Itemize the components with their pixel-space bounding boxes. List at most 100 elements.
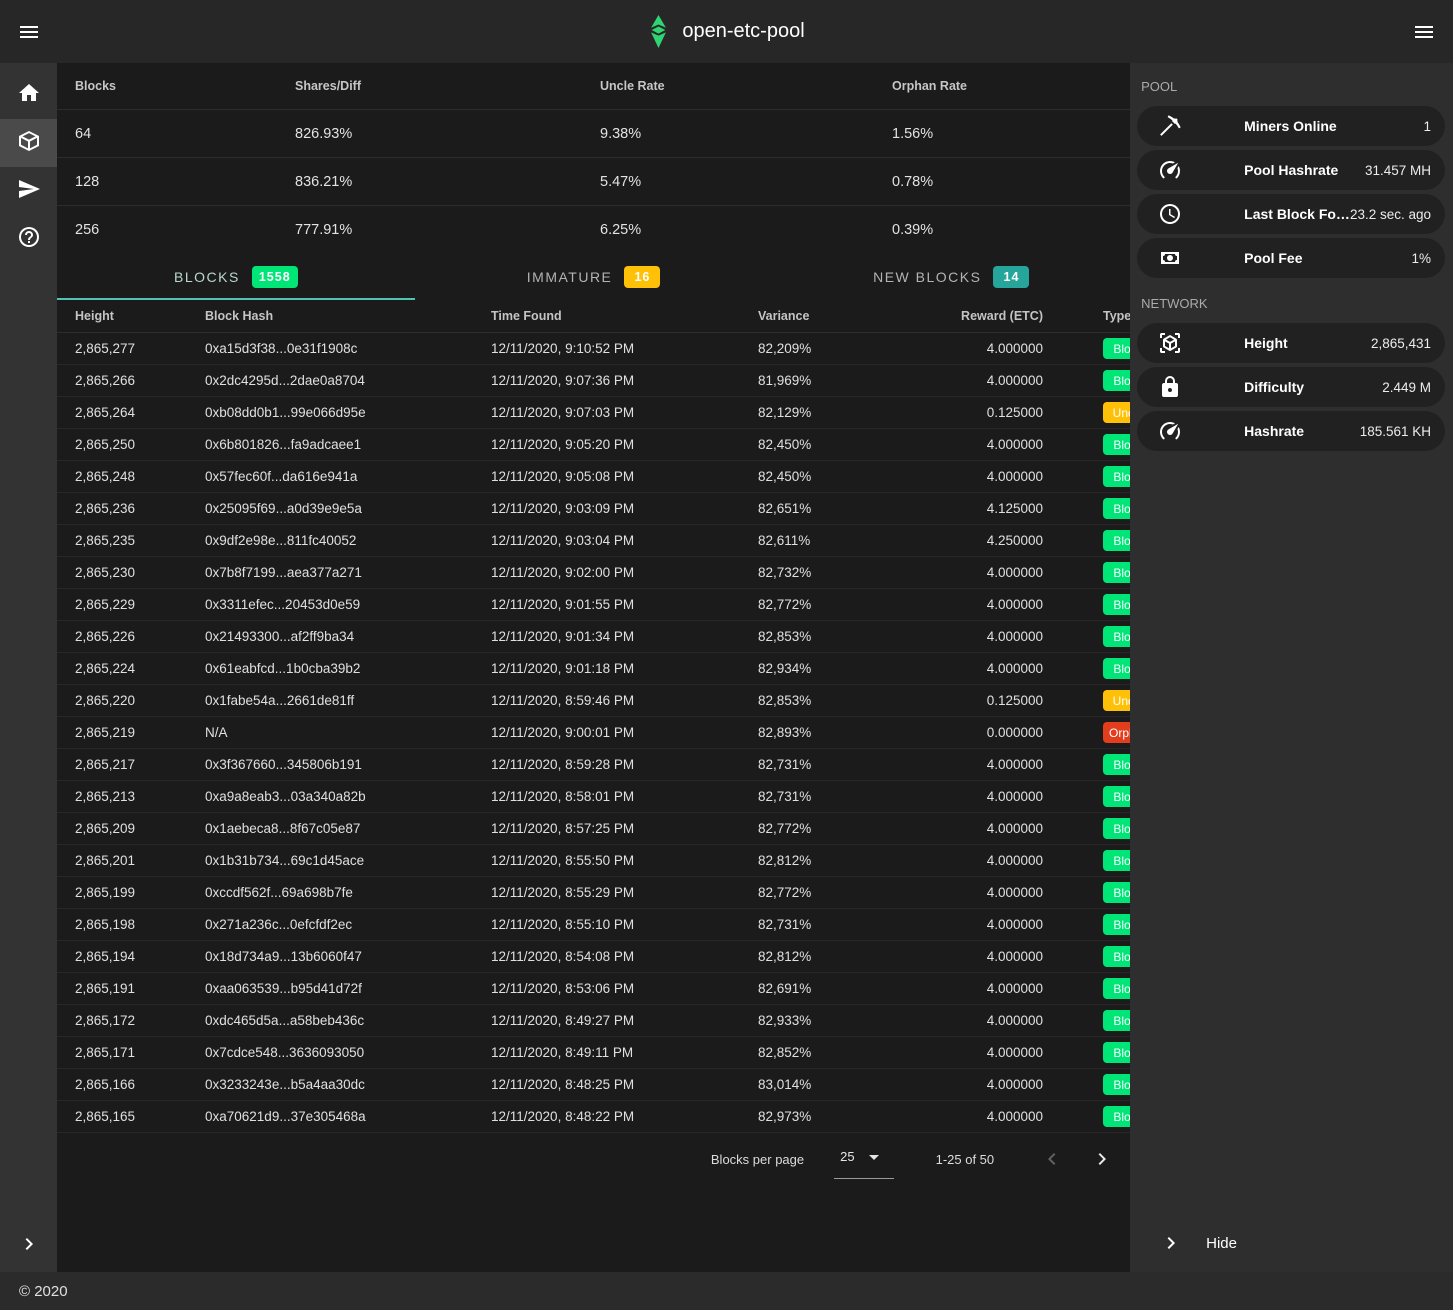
table-row: 2,865,2260x21493300...af2ff9ba3412/11/20… (57, 621, 1130, 653)
left-rail (0, 63, 57, 1272)
cell-block-hash: 0xdc465d5a...a58beb436c (205, 1013, 491, 1028)
cell-variance: 82,893% (758, 725, 955, 740)
cell-height: 2,865,235 (75, 533, 205, 548)
blocks-table-body: 2,865,2770xa15d3f38...0e31f1908c12/11/20… (57, 333, 1130, 1133)
menu-toggle-left[interactable] (0, 0, 58, 63)
cell-block-hash: 0x7cdce548...3636093050 (205, 1045, 491, 1060)
table-row: 2,865,2010x1b31b734...69c1d45ace12/11/20… (57, 845, 1130, 877)
stats-cell: 826.93% (295, 126, 600, 142)
table-row: 2,865,2170x3f367660...345806b19112/11/20… (57, 749, 1130, 781)
table-row: 2,865,1940x18d734a9...13b6060f4712/11/20… (57, 941, 1130, 973)
pickaxe-icon (1158, 114, 1213, 138)
cell-time-found: 12/11/2020, 8:55:10 PM (491, 917, 758, 932)
tab-immature[interactable]: IMMATURE16 (415, 254, 773, 300)
cell-variance: 82,732% (758, 565, 955, 580)
stats-cell: 836.21% (295, 174, 600, 190)
menu-toggle-right[interactable] (1395, 0, 1453, 63)
cell-reward: 4.000000 (955, 1077, 1043, 1092)
cell-time-found: 12/11/2020, 9:05:08 PM (491, 469, 758, 484)
cell-reward: 4.000000 (955, 757, 1043, 772)
cell-time-found: 12/11/2020, 8:49:27 PM (491, 1013, 758, 1028)
cell-time-found: 12/11/2020, 8:59:46 PM (491, 693, 758, 708)
stat-pill: Miners Online1 (1137, 106, 1445, 146)
rail-item-help[interactable] (0, 215, 57, 263)
stats-cell: 9.38% (600, 126, 892, 142)
cell-time-found: 12/11/2020, 8:55:50 PM (491, 853, 758, 868)
cell-block-hash: 0xa70621d9...37e305468a (205, 1109, 491, 1124)
cell-height: 2,865,194 (75, 949, 205, 964)
footer: © 2020 (0, 1272, 1453, 1310)
cell-time-found: 12/11/2020, 9:10:52 PM (491, 341, 758, 356)
stats-header-cell: Shares/Diff (295, 79, 600, 93)
cell-block-hash: 0x1fabe54a...2661de81ff (205, 693, 491, 708)
cell-block-hash: 0x57fec60f...da616e941a (205, 469, 491, 484)
table-row: 2,865,1990xccdf562f...69a698b7fe12/11/20… (57, 877, 1130, 909)
body-layout: BlocksShares/DiffUncle RateOrphan Rate 6… (0, 63, 1453, 1272)
cell-variance: 82,772% (758, 885, 955, 900)
cell-height: 2,865,220 (75, 693, 205, 708)
table-row: 2,865,2770xa15d3f38...0e31f1908c12/11/20… (57, 333, 1130, 365)
cell-block-hash: 0xa15d3f38...0e31f1908c (205, 341, 491, 356)
tab-label: BLOCKS (174, 269, 240, 285)
rail-item-home[interactable] (0, 71, 57, 119)
stats-cell: 5.47% (600, 174, 892, 190)
hide-sidebar-button[interactable]: Hide (1130, 1214, 1453, 1272)
cell-time-found: 12/11/2020, 9:05:20 PM (491, 437, 758, 452)
tab-new-blocks[interactable]: NEW BLOCKS14 (772, 254, 1130, 300)
cell-variance: 82,853% (758, 693, 955, 708)
prev-page-button[interactable] (1040, 1147, 1064, 1171)
blocks-header-cell: Block Hash (205, 309, 491, 323)
cell-variance: 82,450% (758, 469, 955, 484)
cell-block-hash: 0x6b801826...fa9adcaee1 (205, 437, 491, 452)
table-row: 2,865,2640xb08dd0b1...99e066d95e12/11/20… (57, 397, 1130, 429)
cell-reward: 4.000000 (955, 565, 1043, 580)
stats-header-cell: Uncle Rate (600, 79, 892, 93)
cell-time-found: 12/11/2020, 8:49:11 PM (491, 1045, 758, 1060)
right-sidebar: POOLMiners Online1Pool Hashrate31.457 MH… (1130, 63, 1453, 1272)
chevron-right-icon (1090, 1147, 1114, 1171)
tab-blocks[interactable]: BLOCKS1558 (57, 254, 415, 300)
cell-reward: 4.000000 (955, 1109, 1043, 1124)
table-row: 2,865,1720xdc465d5a...a58beb436c12/11/20… (57, 1005, 1130, 1037)
cell-time-found: 12/11/2020, 8:55:29 PM (491, 885, 758, 900)
rail-item-blocks[interactable] (0, 119, 57, 167)
per-page-select[interactable]: 25 (834, 1140, 893, 1179)
stat-value: 2.449 M (1382, 380, 1431, 395)
next-page-button[interactable] (1090, 1147, 1114, 1171)
cell-reward: 4.000000 (955, 789, 1043, 804)
table-row: 2,865,2500x6b801826...fa9adcaee112/11/20… (57, 429, 1130, 461)
cell-time-found: 12/11/2020, 9:07:36 PM (491, 373, 758, 388)
cell-reward: 4.000000 (955, 981, 1043, 996)
cell-reward: 4.000000 (955, 597, 1043, 612)
cell-time-found: 12/11/2020, 8:59:28 PM (491, 757, 758, 772)
cell-time-found: 12/11/2020, 9:01:18 PM (491, 661, 758, 676)
rail-item-payments[interactable] (0, 167, 57, 215)
table-row: 2,865,2350x9df2e98e...811fc4005212/11/20… (57, 525, 1130, 557)
rail-expand-button[interactable] (0, 1232, 57, 1256)
page-title: open-etc-pool (682, 20, 804, 43)
cell-time-found: 12/11/2020, 9:00:01 PM (491, 725, 758, 740)
table-row: 2,865,1660x3233243e...b5a4aa30dc12/11/20… (57, 1069, 1130, 1101)
blocks-header-cell: Type (1043, 309, 1131, 323)
stats-row: 128836.21%5.47%0.78% (57, 158, 1130, 206)
cell-height: 2,865,213 (75, 789, 205, 804)
stat-pill: Height2,865,431 (1137, 323, 1445, 363)
cell-reward: 4.000000 (955, 885, 1043, 900)
app-root: open-etc-pool BlocksShares/DiffUncle Rat… (0, 0, 1453, 1310)
cell-block-hash: 0x25095f69...a0d39e9e5a (205, 501, 491, 516)
cell-block-hash: 0x1aebeca8...8f67c05e87 (205, 821, 491, 836)
cell-block-hash: 0x3233243e...b5a4aa30dc (205, 1077, 491, 1092)
cell-variance: 82,973% (758, 1109, 955, 1124)
table-row: 2,865,2360x25095f69...a0d39e9e5a12/11/20… (57, 493, 1130, 525)
cell-variance: 82,731% (758, 789, 955, 804)
stats-row: 64826.93%9.38%1.56% (57, 110, 1130, 158)
cell-reward: 4.000000 (955, 469, 1043, 484)
cell-variance: 82,812% (758, 853, 955, 868)
cell-height: 2,865,224 (75, 661, 205, 676)
cell-block-hash: 0xb08dd0b1...99e066d95e (205, 405, 491, 420)
blocks-table-header: HeightBlock HashTime FoundVarianceReward… (57, 300, 1130, 333)
menu-icon (1412, 20, 1436, 44)
cell-block-hash: 0x2dc4295d...2dae0a8704 (205, 373, 491, 388)
cell-height: 2,865,229 (75, 597, 205, 612)
cube-icon (17, 129, 41, 158)
